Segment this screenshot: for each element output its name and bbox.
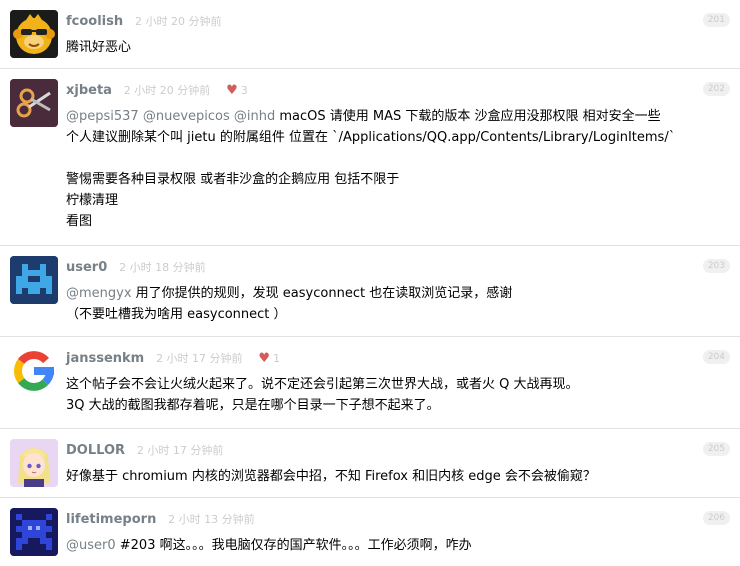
reply-time: 2 小时 20 分钟前 (134, 15, 222, 28)
reply-time: 2 小时 20 分钟前 (123, 84, 211, 97)
reply-202: xjbeta 2 小时 20 分钟前 ♥ 3 202 @pepsi537 @nue… (0, 69, 740, 246)
heart-icon[interactable]: ♥ (226, 81, 238, 101)
avatar[interactable] (10, 347, 58, 395)
username[interactable]: fcoolish (66, 14, 123, 29)
avatar[interactable] (10, 256, 58, 304)
google-g-icon (10, 347, 58, 395)
content-line: @user0 #203 啊这。。。我电脑仅存的国产软件。。。工作必须啊，咋办 (66, 535, 728, 556)
reply-time: 2 小时 13 分钟前 (168, 513, 255, 526)
reply-204: janssenkm 2 小时 17 分钟前 ♥ 1 204 这个帖子会不会让火绒火… (0, 337, 740, 429)
reply-meta: fcoolish 2 小时 20 分钟前 (66, 11, 221, 31)
mention-link[interactable]: @nuevepicos (143, 109, 230, 124)
reply-meta: DOLLOR 2 小时 17 分钟前 (66, 440, 223, 460)
content-line: 腾讯好恶心 (66, 40, 132, 55)
content-line: @mengyx 用了你提供的规则，发现 easyconnect 也在读取浏览记录… (66, 283, 728, 304)
username[interactable]: user0 (66, 260, 107, 275)
like-count: 1 (273, 352, 281, 365)
reply-content: 好像基于 chromium 内核的浏览器都会中招，不知 Firefox 和旧内核… (66, 466, 728, 487)
reply-time: 2 小时 17 分钟前 (156, 352, 243, 365)
floor-number: 202 (702, 82, 730, 96)
space-invader-icon (10, 256, 58, 304)
content-text: #203 啊这。。。我电脑仅存的国产软件。。。工作必须啊，咋办 (115, 538, 472, 553)
content-text: macOS 请使用 MAS 下载的版本 沙盒应用没那权限 相对安全一些 (275, 109, 661, 124)
content-text: 用了你提供的规则，发现 easyconnect 也在读取浏览记录，感谢 (131, 286, 513, 301)
reply-201: fcoolish 2 小时 20 分钟前 201 腾讯好恶心 (0, 0, 740, 69)
reply-205: DOLLOR 2 小时 17 分钟前 205 好像基于 chromium 内核的… (0, 429, 740, 498)
floor-number: 205 (702, 442, 730, 456)
pixel-robot-icon (10, 508, 58, 556)
anime-girl-icon (10, 439, 58, 487)
reply-203: user0 2 小时 18 分钟前 203 @mengyx 用了你提供的规则，发… (0, 246, 740, 337)
avatar[interactable] (10, 10, 58, 58)
content-line: 看图 (66, 214, 93, 229)
content-line: 3Q 大战的截图我都存着呢，只是在哪个目录一下子想不起来了。 (66, 398, 440, 413)
username[interactable]: DOLLOR (66, 443, 125, 458)
content-line: 警惕需要各种目录权限 或者非沙盒的企鹅应用 包括不限于 (66, 172, 400, 187)
reply-meta: xjbeta 2 小时 20 分钟前 ♥ 3 (66, 80, 248, 100)
content-line: 这个帖子会不会让火绒火起来了。说不定还会引起第三次世界大战，或者火 Q 大战再现… (66, 377, 579, 392)
reply-meta: janssenkm 2 小时 17 分钟前 ♥ 1 (66, 348, 280, 368)
heart-icon[interactable]: ♥ (258, 349, 270, 369)
avatar[interactable] (10, 79, 58, 127)
floor-number: 204 (702, 350, 730, 364)
mention-link[interactable]: @user0 (66, 538, 116, 553)
content-line: 好像基于 chromium 内核的浏览器都会中招，不知 Firefox 和旧内核… (66, 469, 596, 484)
avatar[interactable] (10, 439, 58, 487)
reply-content: @mengyx 用了你提供的规则，发现 easyconnect 也在读取浏览记录… (66, 283, 728, 325)
avatar[interactable] (10, 508, 58, 556)
reply-content: 腾讯好恶心 (66, 37, 728, 58)
content-line: 柠檬清理 (66, 193, 119, 208)
username[interactable]: janssenkm (66, 351, 144, 366)
content-line: 个人建议删除某个叫 jietu 的附属组件 位置在 `/Applications… (66, 130, 676, 145)
reply-content: @user0 #203 啊这。。。我电脑仅存的国产软件。。。工作必须啊，咋办 (66, 535, 728, 556)
content-line: @pepsi537 @nuevepicos @inhd macOS 请使用 MA… (66, 106, 728, 127)
username[interactable]: lifetimeporn (66, 512, 156, 527)
reply-time: 2 小时 18 分钟前 (119, 261, 206, 274)
reply-content: 这个帖子会不会让火绒火起来了。说不定还会引起第三次世界大战，或者火 Q 大战再现… (66, 374, 728, 416)
reply-meta: lifetimeporn 2 小时 13 分钟前 (66, 509, 255, 529)
reply-meta: user0 2 小时 18 分钟前 (66, 257, 206, 277)
mention-link[interactable]: @pepsi537 (66, 109, 139, 124)
mention-link[interactable]: @mengyx (66, 286, 132, 301)
reply-206: lifetimeporn 2 小时 13 分钟前 206 @user0 #203… (0, 498, 740, 566)
mention-link[interactable]: @inhd (234, 109, 275, 124)
floor-number: 203 (702, 259, 730, 273)
like-count: 3 (240, 84, 248, 97)
floor-number: 206 (702, 511, 730, 525)
reply-content: @pepsi537 @nuevepicos @inhd macOS 请使用 MA… (66, 106, 728, 232)
username[interactable]: xjbeta (66, 83, 112, 98)
reply-time: 2 小时 17 分钟前 (136, 444, 224, 457)
sunglasses-monkey-icon (10, 10, 58, 58)
floor-number: 201 (702, 13, 730, 27)
content-line: （不要吐槽我为啥用 easyconnect ） (66, 307, 287, 322)
scissors-icon (10, 79, 58, 127)
